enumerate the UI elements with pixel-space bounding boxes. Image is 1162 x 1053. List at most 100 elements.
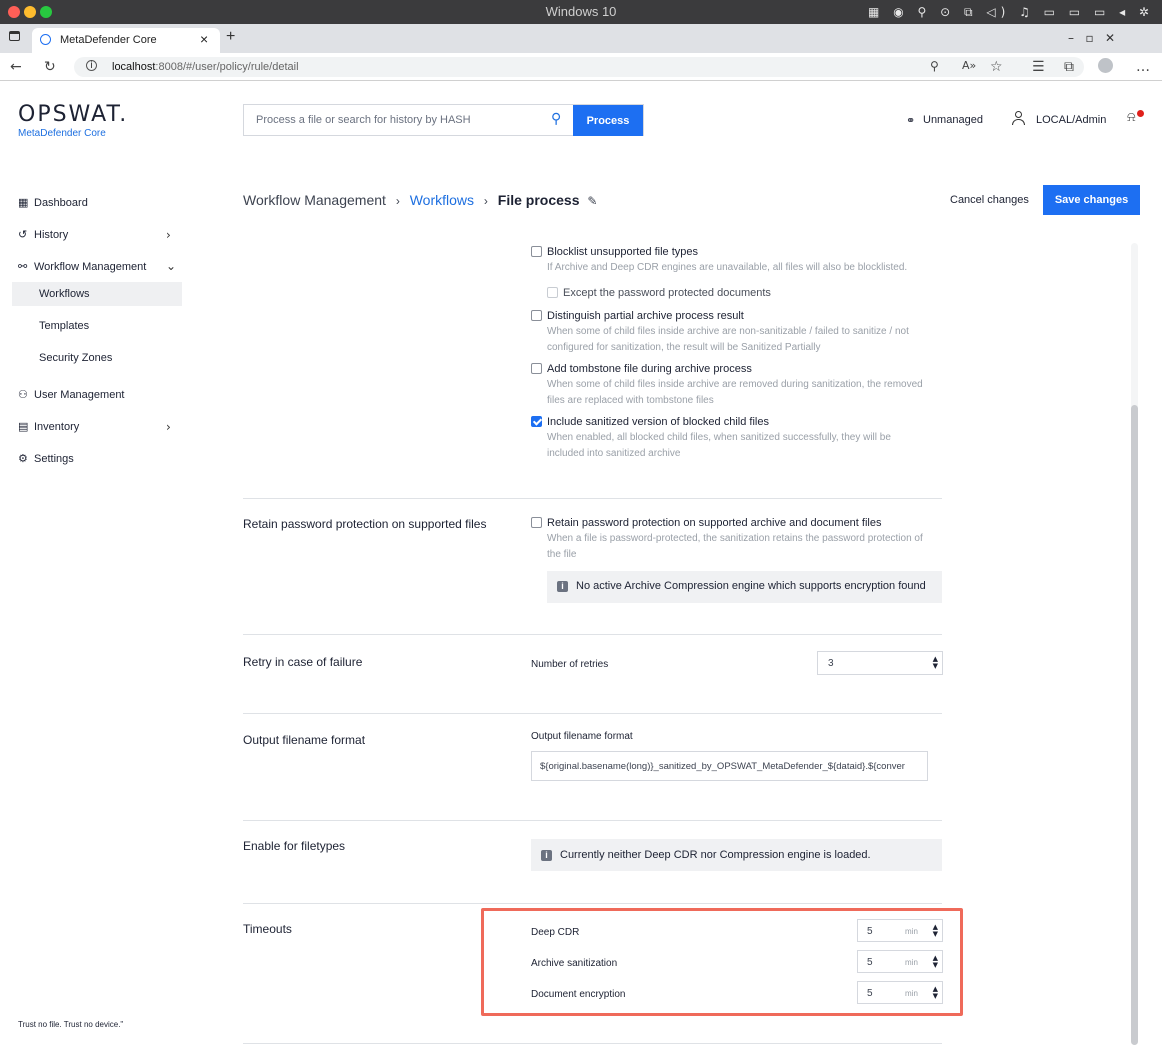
sidebar-item-label: Settings	[34, 453, 74, 465]
section-divider	[243, 634, 942, 635]
include-sanitized-label: Include sanitized version of blocked chi…	[547, 416, 769, 428]
info-icon: i	[557, 581, 568, 592]
chevron-right-icon[interactable]: ›	[166, 228, 171, 242]
url-path: :8008/#/user/policy/rule/detail	[155, 61, 299, 73]
include-sanitized-description-2: included into sanitized archive	[547, 448, 681, 459]
include-sanitized-description-1: When enabled, all blocked child files, w…	[547, 432, 891, 443]
sidebar-item-label: Dashboard	[34, 197, 88, 209]
blocklist-checkbox[interactable]	[531, 246, 542, 257]
sidebar-item-label: History	[34, 229, 69, 241]
edit-icon[interactable]: ✎	[587, 194, 597, 208]
breadcrumb-workflows[interactable]: Workflows	[410, 192, 474, 208]
back-arrow-icon[interactable]: ←	[10, 59, 22, 75]
link-icon: ⚭	[906, 114, 916, 127]
site-info-icon[interactable]: i	[86, 60, 97, 71]
retain-password-description-1: When a file is password-protected, the s…	[547, 533, 923, 544]
tombstone-checkbox[interactable]	[531, 363, 542, 374]
retain-password-title: Retain password protection on supported …	[243, 517, 487, 531]
notification-dot	[1137, 110, 1144, 117]
product-name: MetaDefender Core	[18, 128, 106, 139]
history-icon: ↺	[18, 228, 28, 241]
collections-icon[interactable]: ⧉	[1064, 59, 1074, 75]
tombstone-description-2: files are replaced with tombstone files	[547, 395, 714, 406]
new-tab-button[interactable]: +	[226, 28, 235, 46]
breadcrumb: Workflow Management › Workflows › File p…	[243, 192, 597, 208]
distinguish-label: Distinguish partial archive process resu…	[547, 310, 744, 322]
stepper-arrows-icon[interactable]: ▲ ▼	[933, 656, 938, 670]
output-filename-input[interactable]: ${original.basename(long)}_sanitized_by_…	[531, 751, 928, 781]
workflow-icon: ⚯	[18, 260, 28, 273]
encryption-info-text: No active Archive Compression engine whi…	[576, 580, 926, 592]
breadcrumb-workflow-management[interactable]: Workflow Management	[243, 192, 386, 208]
sidebar-item-dashboard[interactable]: ▦ Dashboard	[18, 196, 88, 209]
blocklist-label: Blocklist unsupported file types	[547, 246, 699, 258]
sidebar-item-label: User Management	[34, 389, 125, 401]
except-password-label: Except the password protected documents	[563, 287, 771, 299]
browser-tab[interactable]: MetaDefender Core ×	[32, 28, 220, 53]
notification-bell-icon[interactable]: ⍾	[1127, 110, 1136, 125]
tab-actions-icon[interactable]	[9, 31, 20, 41]
section-divider	[243, 713, 942, 714]
favorite-add-icon[interactable]: ☆	[990, 59, 1003, 75]
retries-stepper[interactable]: 3 ▲ ▼	[817, 651, 943, 675]
except-password-checkbox[interactable]	[547, 287, 558, 298]
retain-password-checkbox[interactable]	[531, 517, 542, 528]
breadcrumb-separator-icon: ›	[395, 194, 400, 208]
timeouts-title: Timeouts	[243, 922, 292, 936]
chevron-right-icon[interactable]: ›	[166, 420, 171, 434]
encryption-info-box: i No active Archive Compression engine wh…	[547, 571, 942, 603]
filetypes-info-text: Currently neither Deep CDR nor Compressi…	[560, 849, 871, 861]
text-size-icon[interactable]: A»	[962, 59, 976, 72]
url-text: localhost:8008/#/user/policy/rule/detail	[112, 61, 299, 73]
section-divider	[243, 498, 942, 499]
user-menu[interactable]: LOCAL/Admin	[1036, 114, 1106, 126]
page-title: File process	[497, 192, 580, 208]
user-icon	[1012, 111, 1025, 125]
sidebar-subitem-workflows-label: Workflows	[39, 288, 90, 300]
output-filename-value: ${original.basename(long)}_sanitized_by_…	[540, 761, 905, 772]
sidebar-item-workflow-management[interactable]: ⚯ Workflow Management	[18, 260, 146, 273]
more-options-icon[interactable]: …	[1136, 59, 1150, 75]
read-aloud-icon[interactable]: ⚲	[930, 59, 939, 73]
output-filename-label: Output filename format	[531, 731, 633, 742]
filetypes-title: Enable for filetypes	[243, 839, 346, 853]
brand-name: OPSWAT.	[18, 102, 129, 127]
search-bar: ⚲ Process	[243, 104, 644, 136]
sidebar-item-security-zones[interactable]: Security Zones	[39, 352, 112, 364]
chevron-down-icon[interactable]: ⌄	[166, 259, 176, 273]
sidebar-item-history[interactable]: ↺ History	[18, 228, 68, 241]
sidebar-item-label: Inventory	[34, 421, 80, 433]
system-tray-icons[interactable]: ▦ ◉ ⚲ ⊙ ⧉ ◁) ♫ ▭ ▭ ▭ ◂ ✲	[868, 5, 1154, 20]
save-changes-button[interactable]: Save changes	[1043, 185, 1140, 215]
users-icon: ⚇	[18, 388, 28, 401]
cancel-changes-button[interactable]: Cancel changes	[950, 194, 1029, 206]
sidebar-item-label: Workflow Management	[34, 261, 147, 273]
distinguish-description-1: When some of child files inside archive …	[547, 326, 909, 337]
paperclip-icon[interactable]: ⚲	[551, 111, 561, 127]
favorites-icon[interactable]: ☰	[1032, 59, 1045, 75]
search-input[interactable]	[244, 105, 534, 135]
url-host: localhost	[112, 61, 156, 73]
section-divider	[243, 903, 942, 904]
retries-value: 3	[828, 658, 834, 669]
sidebar-item-workflows[interactable]	[12, 282, 182, 306]
distinguish-checkbox[interactable]	[531, 310, 542, 321]
breadcrumb-separator-icon: ›	[483, 194, 488, 208]
profile-avatar-icon[interactable]	[1098, 58, 1113, 73]
tab-title: MetaDefender Core	[60, 34, 157, 46]
sidebar-item-user-management[interactable]: ⚇ User Management	[18, 388, 125, 401]
tab-close-icon[interactable]: ×	[200, 31, 208, 47]
sidebar-item-settings[interactable]: ⚙ Settings	[18, 452, 74, 465]
opswat-logo[interactable]: OPSWAT. MetaDefender Core	[18, 102, 128, 139]
retry-title: Retry in case of failure	[243, 655, 363, 669]
sidebar-item-templates[interactable]: Templates	[39, 320, 89, 332]
scrollbar-thumb[interactable]	[1131, 405, 1138, 1045]
retries-label: Number of retries	[531, 659, 609, 670]
process-button[interactable]: Process	[573, 105, 643, 136]
refresh-icon[interactable]: ↻	[44, 59, 56, 75]
unmanaged-status[interactable]: Unmanaged	[923, 114, 983, 126]
sidebar-item-inventory[interactable]: ▤ Inventory	[18, 420, 79, 433]
window-controls[interactable]: – ▫ ✕	[1068, 31, 1115, 45]
include-sanitized-checkbox[interactable]	[531, 416, 542, 427]
tab-favicon-icon	[40, 34, 51, 45]
